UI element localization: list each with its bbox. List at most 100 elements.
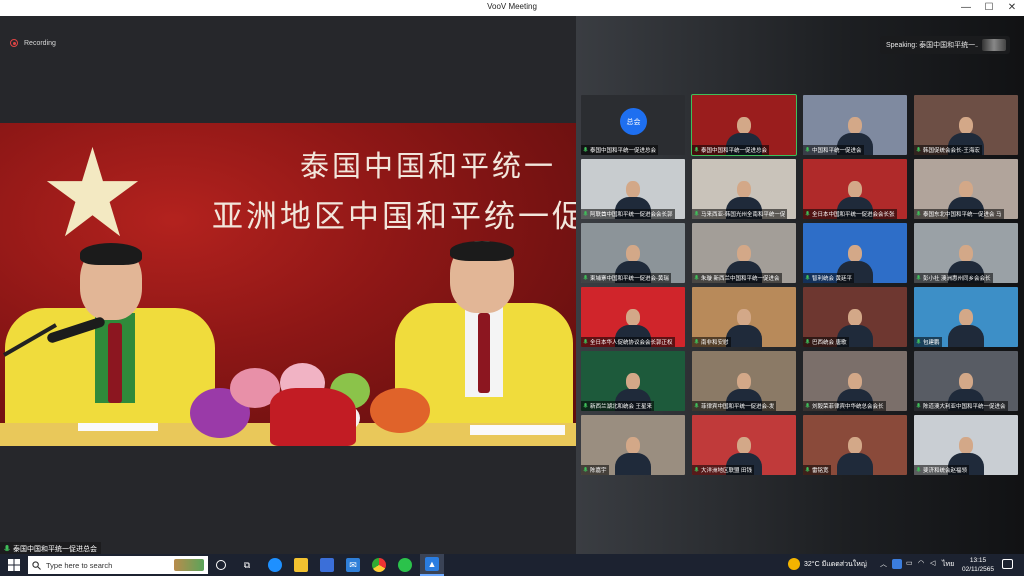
banner-line-2: 亚洲地区中国和平统一促 xyxy=(212,199,576,235)
participant-name: 韩国促统会会长-王海宏 xyxy=(923,148,980,154)
participant-tile[interactable]: 雷铭宽 xyxy=(803,415,907,475)
system-clock[interactable]: 13:15 02/11/2565 xyxy=(958,556,998,574)
microphone-icon xyxy=(916,147,921,152)
window-title: VooV Meeting xyxy=(487,2,537,11)
participant-name: 彭小社 澳洲惠州同乡会会长 xyxy=(923,276,991,282)
voov-meeting-taskbar-button[interactable]: ▲ xyxy=(420,554,444,576)
recording-indicator[interactable]: Recording xyxy=(10,39,56,47)
participant-name: 刘毅荣菲律宾中华统总会会长 xyxy=(812,404,884,410)
participant-name: 大洋洲地区联盟 田钱 xyxy=(701,468,753,474)
wechat-icon[interactable] xyxy=(398,558,412,572)
microphone-icon xyxy=(694,467,699,472)
volume-icon[interactable]: ◁ xyxy=(930,559,935,567)
close-button[interactable]: ✕ xyxy=(1001,0,1023,16)
speaking-indicator[interactable]: Speaking: 泰国中国和平统一... xyxy=(880,36,1010,54)
participant-name-label: 泰国中国和平统一促进总会 xyxy=(581,145,659,155)
microphone-icon xyxy=(694,339,699,344)
participant-name-label: 泰国中国和平统一促进总会 xyxy=(692,145,770,155)
microphone-icon xyxy=(694,275,699,280)
participant-video xyxy=(835,437,875,475)
participant-tile[interactable]: 柬埔寨中国和平统一促进会-黄瑞 xyxy=(581,223,685,283)
weather-icon[interactable] xyxy=(788,558,800,570)
app-tray-icon[interactable] xyxy=(892,559,902,569)
participant-tile[interactable]: 斐济和统会赵福领 xyxy=(914,415,1018,475)
participant-name-label: 菲律宾中国和平统一促进会-发 xyxy=(692,401,777,411)
participant-tile[interactable]: 马来西亚-韩国光州全南和平统一促 xyxy=(692,159,796,219)
participant-name: 南非和安慰 xyxy=(701,340,729,346)
mail-icon[interactable]: ✉ xyxy=(346,558,360,572)
microphone-icon xyxy=(583,147,588,152)
participant-tile[interactable]: 大洋洲地区联盟 田钱 xyxy=(692,415,796,475)
chrome-icon[interactable] xyxy=(372,558,386,572)
participant-name: 陈道澳大利亚中国和平统一促进会 xyxy=(923,404,1006,410)
taskbar: Type here to search ⧉ ✉ ▲ 32°C มีแดดส่วน… xyxy=(0,554,1024,576)
participant-panel: Speaking: 泰国中国和平统一... 总会 泰国中国和平统一促进总会 泰国中国… xyxy=(576,16,1024,554)
participant-tile[interactable]: 巴西统会 唐歌 xyxy=(803,287,907,347)
participant-tile[interactable]: 韩国促统会会长-王海宏 xyxy=(914,95,1018,155)
minimize-button[interactable]: — xyxy=(955,0,977,16)
microphone-icon xyxy=(805,211,810,216)
weather-text[interactable]: 32°C มีแดดส่วนใหญ่ xyxy=(804,559,867,570)
task-view-icon[interactable]: ⧉ xyxy=(240,558,254,572)
participant-grid: 总会 泰国中国和平统一促进总会 泰国中国和平统一促进总会 中国和平统一促进会 韩国促统会… xyxy=(581,94,1018,475)
participant-tile[interactable]: 阿联酋中国和平统一促进会会长郭 xyxy=(581,159,685,219)
participant-name-label: 朱璇 新西兰中国和平统一促进会 xyxy=(692,273,782,283)
participant-tile[interactable]: 中国和平统一促进会 xyxy=(803,95,907,155)
notification-icon[interactable] xyxy=(1002,559,1013,569)
participant-name-label: 包建鹏 xyxy=(914,337,942,347)
microphone-icon xyxy=(805,467,810,472)
participant-name: 陈嘉宇 xyxy=(590,468,607,474)
participant-tile[interactable]: 泰国东北中国和平统一促进会 马 xyxy=(914,159,1018,219)
voov-meeting-icon: ▲ xyxy=(425,557,439,571)
store-icon[interactable] xyxy=(320,558,334,572)
participant-name-label: 斐济和统会赵福领 xyxy=(914,465,970,475)
participant-tile[interactable]: 彭小社 澳洲惠州同乡会会长 xyxy=(914,223,1018,283)
participant-tile[interactable]: 陈嘉宇 xyxy=(581,415,685,475)
cortana-icon[interactable] xyxy=(216,560,226,570)
participant-tile[interactable]: 朱璇 新西兰中国和平统一促进会 xyxy=(692,223,796,283)
participant-tile[interactable]: 智利统会 黄廷平 xyxy=(803,223,907,283)
participant-name: 泰国中国和平统一促进总会 xyxy=(590,148,657,154)
participant-name-label: 全日本华人促统协议会会长郭正权 xyxy=(581,337,675,347)
participant-tile[interactable]: 菲律宾中国和平统一促进会-发 xyxy=(692,351,796,411)
participant-name: 马来西亚-韩国光州全南和平统一促 xyxy=(701,212,786,218)
microphone-icon xyxy=(583,467,588,472)
participant-name-label: 韩国促统会会长-王海宏 xyxy=(914,145,982,155)
search-icon xyxy=(32,560,41,570)
participant-tile[interactable]: 包建鹏 xyxy=(914,287,1018,347)
participant-name: 雷铭宽 xyxy=(812,468,829,474)
chevron-up-icon[interactable]: ︿ xyxy=(880,559,887,569)
participant-name-label: 南非和安慰 xyxy=(692,337,731,347)
microphone-icon xyxy=(694,403,699,408)
microphone-icon xyxy=(583,339,588,344)
participant-name: 包建鹏 xyxy=(923,340,940,346)
participant-tile[interactable]: 总会泰国中国和平统一促进总会 xyxy=(581,95,685,155)
microphone-icon xyxy=(805,403,810,408)
participant-name-label: 雷铭宽 xyxy=(803,465,831,475)
wifi-icon[interactable]: ◠ xyxy=(918,559,924,567)
participant-tile[interactable]: 泰国中国和平统一促进总会 xyxy=(691,94,797,156)
network-icon[interactable]: ▭ xyxy=(906,559,913,567)
clock-time: 13:15 xyxy=(969,557,987,564)
windows-start-icon[interactable] xyxy=(8,559,20,571)
participant-tile[interactable]: 南非和安慰 xyxy=(692,287,796,347)
microphone-icon xyxy=(694,147,699,152)
participant-name-label: 陈道澳大利亚中国和平统一促进会 xyxy=(914,401,1008,411)
taskbar-search-box[interactable]: Type here to search xyxy=(28,556,208,574)
participant-tile[interactable]: 全日本中国和平统一促进会会长张 xyxy=(803,159,907,219)
input-language[interactable]: ไทย xyxy=(942,559,954,570)
participant-avatar: 总会 xyxy=(620,108,647,135)
participant-tile[interactable]: 陈道澳大利亚中国和平统一促进会 xyxy=(914,351,1018,411)
maximize-button[interactable]: ☐ xyxy=(978,0,1000,16)
speaker-name: 泰国中国和平统一促进总会 xyxy=(13,546,97,553)
participant-name: 泰国中国和平统一促进总会 xyxy=(701,148,768,154)
participant-name-label: 阿联酋中国和平统一促进会会长郭 xyxy=(581,209,675,219)
participant-tile[interactable]: 全日本华人促统协议会会长郭正权 xyxy=(581,287,685,347)
participant-tile[interactable]: 新西兰湖北和统会 王星来 xyxy=(581,351,685,411)
window-title-bar: VooV Meeting — ☐ ✕ xyxy=(0,0,1024,16)
edge-browser-icon[interactable] xyxy=(268,558,282,572)
document-paper xyxy=(78,423,158,431)
file-explorer-icon[interactable] xyxy=(294,558,308,572)
record-icon xyxy=(10,39,18,47)
participant-tile[interactable]: 刘毅荣菲律宾中华统总会会长 xyxy=(803,351,907,411)
